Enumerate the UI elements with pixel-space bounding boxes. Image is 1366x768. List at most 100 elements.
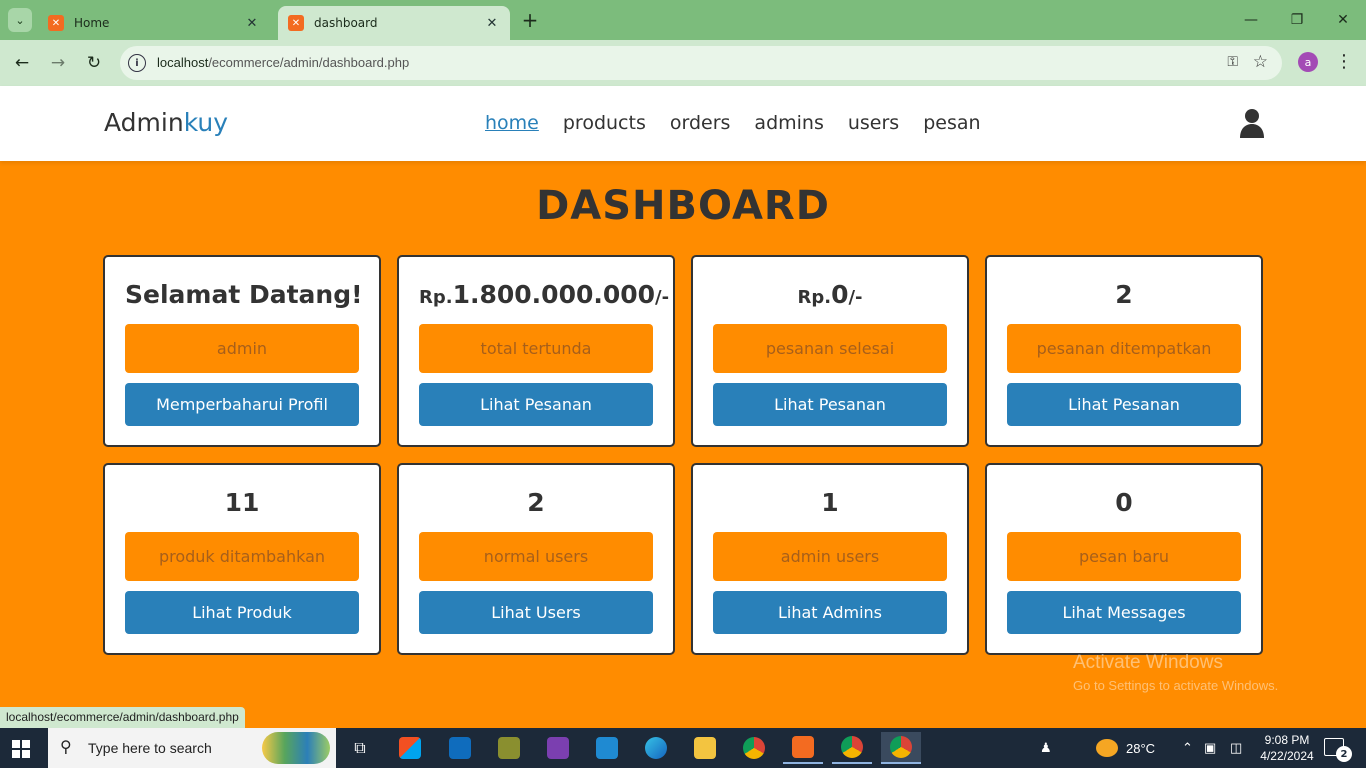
network-icon[interactable]: ▣: [1204, 728, 1216, 768]
card-heading: 1: [821, 488, 839, 517]
card-completed-orders: Rp.0/- pesanan selesai Lihat Pesanan: [691, 255, 969, 447]
logo[interactable]: Adminkuy: [104, 108, 228, 137]
arrow-right-icon: →: [50, 53, 66, 73]
taskbar-file-explorer[interactable]: [685, 732, 725, 764]
view-messages-button[interactable]: Lihat Messages: [1007, 591, 1241, 634]
back-button[interactable]: ←: [10, 51, 34, 75]
card-heading: 2: [527, 488, 545, 517]
card-admin-users: 1 admin users Lihat Admins: [691, 463, 969, 655]
card-label: pesanan selesai: [713, 324, 947, 373]
main-nav: home products orders admins users pesan: [485, 112, 981, 134]
url-text[interactable]: localhost/ecommerce/admin/dashboard.php: [157, 55, 409, 70]
tab-close-icon[interactable]: ✕: [484, 16, 500, 31]
nav-pesan[interactable]: pesan: [923, 112, 980, 134]
card-value: 0: [831, 280, 849, 309]
watermark-subtitle: Go to Settings to activate Windows.: [1073, 678, 1279, 693]
nav-products[interactable]: products: [563, 112, 646, 134]
update-profile-button[interactable]: Memperbaharui Profil: [125, 383, 359, 426]
taskbar-store[interactable]: [390, 732, 430, 764]
nav-home[interactable]: home: [485, 112, 539, 134]
taskbar-search[interactable]: ⚲ Type here to search: [48, 728, 336, 768]
taskbar-vscode[interactable]: [587, 732, 627, 764]
currency-suffix: /-: [848, 287, 863, 308]
password-key-icon[interactable]: ⚿: [1227, 54, 1238, 70]
taskbar-tools[interactable]: [489, 732, 529, 764]
chevron-down-icon: ⌄: [15, 13, 25, 27]
card-label: produk ditambahkan: [125, 532, 359, 581]
view-users-button[interactable]: Lihat Users: [419, 591, 653, 634]
restore-button[interactable]: ❐: [1274, 0, 1320, 40]
volume-icon[interactable]: ◫: [1230, 728, 1242, 768]
clock-time: 9:08 PM: [1264, 733, 1310, 747]
card-normal-users: 2 normal users Lihat Users: [397, 463, 675, 655]
tray-overflow-icon[interactable]: ⌃: [1182, 728, 1193, 768]
forward-button[interactable]: →: [46, 51, 70, 75]
minimize-button[interactable]: —: [1228, 0, 1274, 40]
logo-accent: kuy: [183, 108, 229, 137]
taskbar-xampp[interactable]: [783, 732, 823, 764]
reload-icon: ↻: [86, 53, 102, 73]
clock-date: 4/22/2024: [1260, 749, 1314, 763]
site-info-icon[interactable]: i: [128, 54, 146, 72]
weather-temp: 28°C: [1126, 740, 1156, 756]
tab-dashboard[interactable]: ✕ dashboard ✕: [278, 6, 510, 40]
card-heading: Selamat Datang!: [125, 280, 363, 309]
task-view-icon: ⧉: [354, 738, 366, 757]
mail-icon: [449, 737, 471, 759]
window-close-button[interactable]: ✕: [1320, 0, 1366, 40]
link-status-bubble: localhost/ecommerce/admin/dashboard.php: [0, 707, 245, 728]
view-admins-button[interactable]: Lihat Admins: [713, 591, 947, 634]
view-products-button[interactable]: Lihat Produk: [125, 591, 359, 634]
taskbar-chrome[interactable]: [734, 732, 774, 764]
card-heading: 2: [1115, 280, 1133, 309]
profile-avatar[interactable]: a: [1298, 52, 1318, 72]
people-icon[interactable]: ♟: [1040, 728, 1052, 768]
start-button[interactable]: [12, 740, 30, 758]
new-tab-button[interactable]: +: [518, 9, 542, 31]
xampp-icon: [792, 736, 814, 758]
watermark-title: Activate Windows: [1073, 652, 1223, 673]
card-new-messages: 0 pesan baru Lihat Messages: [985, 463, 1263, 655]
address-toolbar: ← → ↻ i localhost/ecommerce/admin/dashbo…: [0, 40, 1366, 86]
tab-close-icon[interactable]: ✕: [244, 16, 260, 31]
browser-menu-icon[interactable]: ⋮: [1334, 52, 1354, 72]
nav-users[interactable]: users: [848, 112, 899, 134]
tab-search-button[interactable]: ⌄: [8, 8, 32, 32]
nav-orders[interactable]: orders: [670, 112, 731, 134]
user-icon[interactable]: [1238, 108, 1266, 138]
dashboard-title: DASHBOARD: [536, 183, 830, 229]
logo-main: Admin: [104, 108, 184, 137]
windows-logo-icon: [12, 740, 20, 748]
card-label: admin: [125, 324, 359, 373]
weather-icon: [1096, 739, 1118, 757]
card-orders-placed: 2 pesanan ditempatkan Lihat Pesanan: [985, 255, 1263, 447]
taskbar-mail[interactable]: [440, 732, 480, 764]
view-orders-button[interactable]: Lihat Pesanan: [713, 383, 947, 426]
chrome-icon: [841, 736, 863, 758]
search-icon: ⚲: [60, 737, 72, 756]
view-orders-button[interactable]: Lihat Pesanan: [419, 383, 653, 426]
nav-admins[interactable]: admins: [754, 112, 823, 134]
taskbar-edge[interactable]: [636, 732, 676, 764]
vscode-icon: [596, 737, 618, 759]
taskbar-visual-studio[interactable]: [538, 732, 578, 764]
url-bar[interactable]: i localhost/ecommerce/admin/dashboard.ph…: [120, 46, 1282, 80]
card-value: 1.800.000.000: [452, 280, 656, 309]
chrome-icon: [890, 736, 912, 758]
bookmark-star-icon[interactable]: ☆: [1253, 52, 1268, 72]
currency-suffix: /-: [655, 287, 670, 308]
task-view-button[interactable]: ⧉: [340, 732, 380, 764]
card-label: total tertunda: [419, 324, 653, 373]
taskbar-clock[interactable]: 9:08 PM 4/22/2024: [1252, 732, 1322, 764]
tab-home[interactable]: ✕ Home ✕: [38, 6, 270, 40]
windows-logo-icon: [12, 750, 20, 758]
card-label: pesanan ditempatkan: [1007, 324, 1241, 373]
weather-widget[interactable]: 28°C: [1096, 728, 1155, 768]
reload-button[interactable]: ↻: [82, 51, 106, 75]
edge-icon: [645, 737, 667, 759]
taskbar-chrome-profile[interactable]: [832, 732, 872, 764]
browser-tab-strip: ⌄ ✕ Home ✕ ✕ dashboard ✕ + — ❐ ✕: [0, 0, 1366, 40]
taskbar-chrome-active[interactable]: [881, 732, 921, 764]
view-orders-button[interactable]: Lihat Pesanan: [1007, 383, 1241, 426]
search-highlight-art: [262, 732, 330, 764]
